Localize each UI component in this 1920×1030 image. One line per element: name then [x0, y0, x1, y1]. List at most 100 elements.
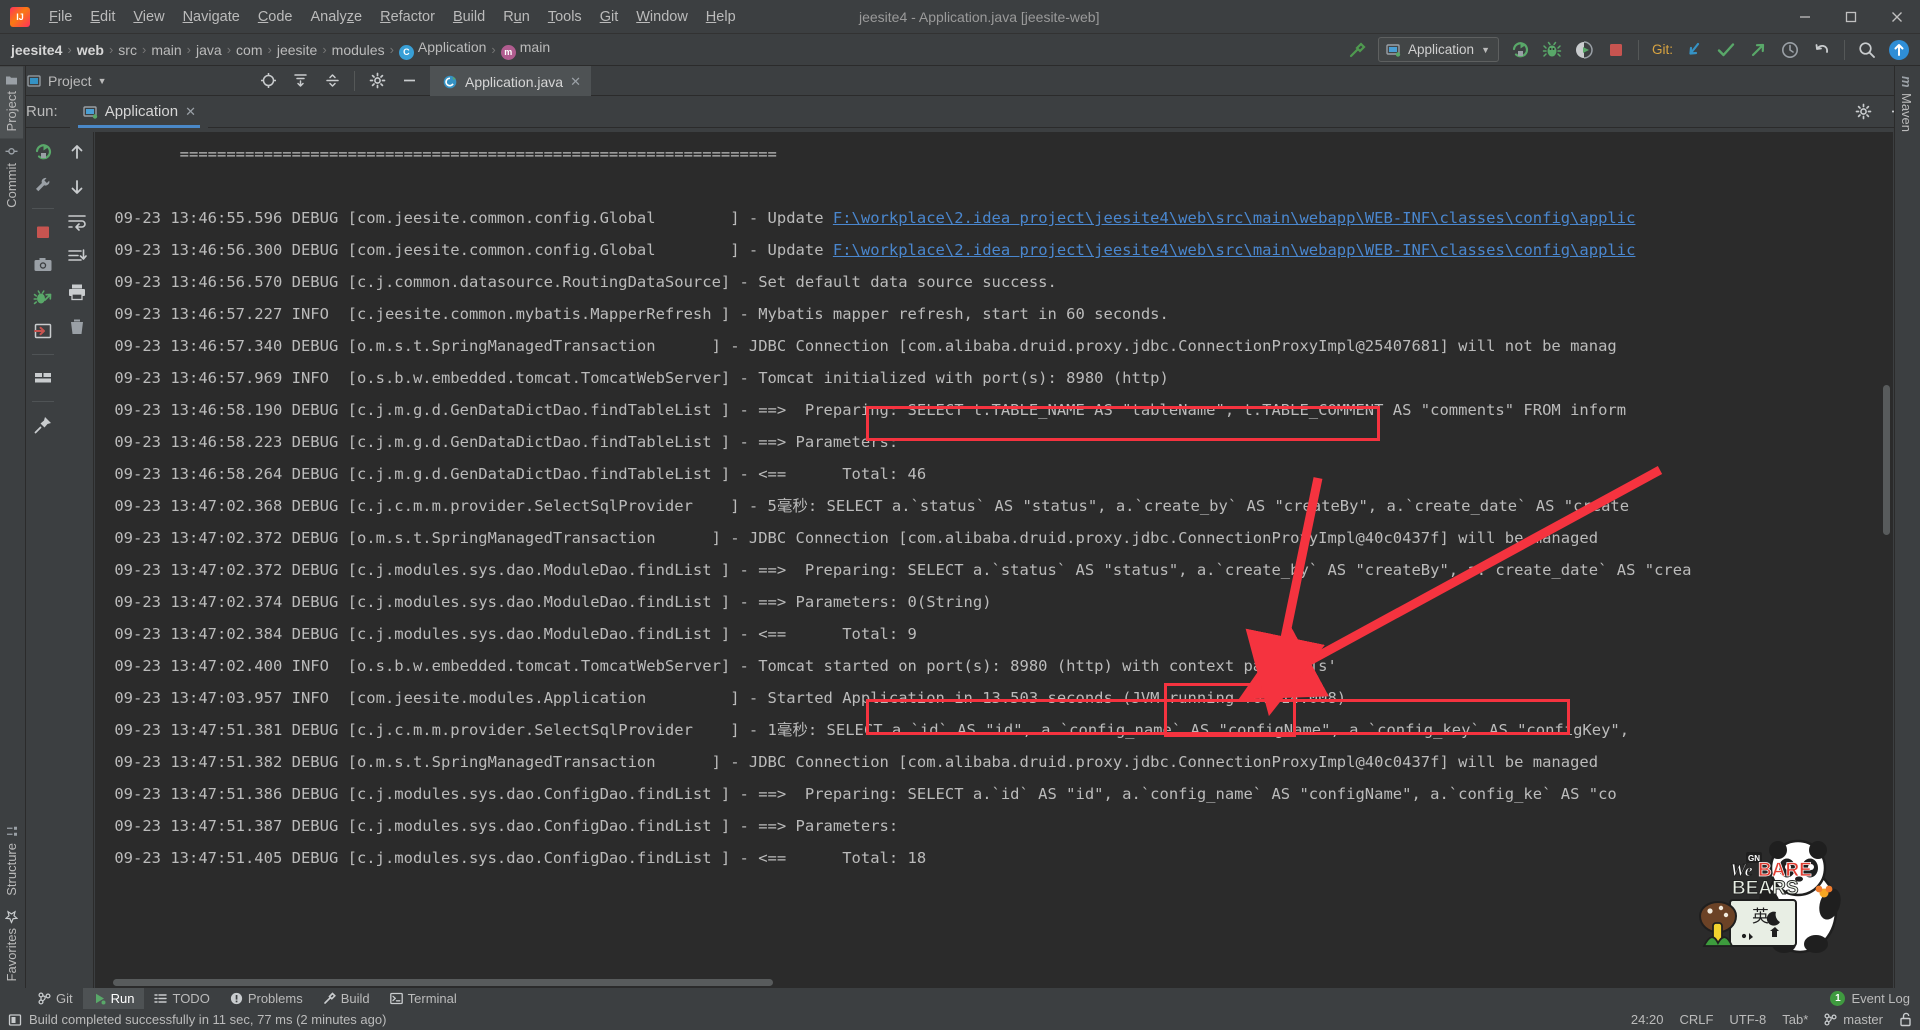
console-horizontal-scrollbar[interactable]	[95, 976, 1893, 988]
chevron-down-icon[interactable]: ▼	[98, 76, 107, 86]
scrollbar-thumb[interactable]	[1883, 385, 1890, 536]
breadcrumb-main[interactable]: main	[148, 42, 184, 58]
menu-item-refactor[interactable]: Refactor	[371, 6, 444, 28]
minimize-button[interactable]	[1782, 0, 1828, 34]
breadcrumb-src[interactable]: src	[115, 42, 140, 58]
rerun-icon[interactable]	[31, 140, 55, 164]
hide-panel-icon[interactable]	[394, 68, 424, 94]
expand-all-icon[interactable]	[285, 68, 315, 94]
indent-setting[interactable]: Tab*	[1782, 1012, 1808, 1027]
menu-item-help[interactable]: Help	[697, 6, 745, 28]
breadcrumb-web[interactable]: web	[74, 42, 107, 58]
bottom-tab-todo[interactable]: TODO	[144, 988, 219, 1009]
screenshot-camera-icon[interactable]	[31, 253, 55, 277]
layout-icon[interactable]	[31, 366, 55, 390]
close-button[interactable]	[1874, 0, 1920, 34]
line-separator[interactable]: CRLF	[1679, 1012, 1713, 1027]
git-branch-widget[interactable]: master	[1824, 1012, 1883, 1027]
scroll-down-icon[interactable]	[65, 175, 89, 199]
sidebar-item-maven[interactable]: m Maven	[1895, 66, 1918, 139]
console-log-line: 09-23 13:46:58.264 DEBUG [c.j.m.g.d.GenD…	[105, 465, 927, 483]
log-file-link[interactable]: F:\workplace\2.idea project\jeesite4\web…	[833, 209, 1636, 227]
sidebar-item-commit[interactable]: Commit	[0, 138, 23, 215]
bottom-tab-git[interactable]: Git	[28, 988, 83, 1009]
breadcrumb-main-method[interactable]: m main	[498, 39, 553, 60]
scroll-to-end-icon[interactable]	[65, 245, 89, 269]
console-log-line	[95, 170, 1893, 202]
breadcrumb-application[interactable]: C Application	[396, 39, 490, 60]
menu-item-build[interactable]: Build	[444, 6, 494, 28]
breadcrumb-modules[interactable]: modules	[329, 42, 388, 58]
menu-item-navigate[interactable]: Navigate	[174, 6, 249, 28]
console-log-line: 09-23 13:46:57.227 INFO [c.jeesite.commo…	[105, 305, 1169, 323]
log-file-link[interactable]: F:\workplace\2.idea project\jeesite4\web…	[833, 241, 1636, 259]
rollback-icon[interactable]	[1807, 37, 1837, 63]
pin-icon[interactable]	[31, 413, 55, 437]
caret-position[interactable]: 24:20	[1631, 1012, 1664, 1027]
console-log-line: 09-23 13:47:02.374 DEBUG [c.j.modules.sy…	[105, 593, 992, 611]
run-console-output[interactable]: ========================================…	[95, 132, 1893, 988]
menu-item-file[interactable]: File	[40, 6, 81, 28]
run-with-coverage-icon[interactable]	[1569, 37, 1599, 63]
gear-icon[interactable]	[1848, 99, 1878, 125]
toolbar-divider	[32, 354, 54, 355]
update-project-icon[interactable]	[1679, 37, 1709, 63]
bottom-tab-problems-label: Problems	[247, 991, 303, 1006]
menu-item-analyze[interactable]: Analyze	[302, 6, 372, 28]
settings-wrench-icon[interactable]	[31, 173, 55, 197]
method-icon: m	[500, 45, 516, 60]
breadcrumb-separator: ›	[141, 42, 147, 57]
import-icon[interactable]	[31, 319, 55, 343]
stop-icon[interactable]	[31, 220, 55, 244]
editor-tab-application-java[interactable]: Application.java ✕	[430, 65, 591, 96]
bottom-tab-problems[interactable]: Problems	[220, 988, 313, 1009]
breadcrumb-jeesite[interactable]: jeesite	[274, 42, 320, 58]
run-tab-application[interactable]: Application ✕	[69, 95, 208, 128]
breadcrumb-jeesite4[interactable]: jeesite4	[8, 42, 65, 58]
unlocked-icon[interactable]	[1899, 1012, 1912, 1027]
run-configuration-selector[interactable]: Application ▼	[1378, 37, 1499, 62]
sidebar-item-favorites[interactable]: Favorites	[0, 903, 23, 988]
menu-item-tools[interactable]: Tools	[539, 6, 591, 28]
event-log-button[interactable]: 1 Event Log	[1830, 991, 1910, 1006]
clear-all-trash-icon[interactable]	[65, 315, 89, 339]
menu-item-code[interactable]: Code	[249, 6, 302, 28]
scrollbar-thumb[interactable]	[113, 979, 773, 986]
file-encoding[interactable]: UTF-8	[1729, 1012, 1766, 1027]
menu-item-git[interactable]: Git	[591, 6, 628, 28]
commit-icon[interactable]	[1711, 37, 1741, 63]
menu-item-edit[interactable]: Edit	[81, 6, 124, 28]
gear-icon[interactable]	[362, 68, 392, 94]
stop-icon[interactable]	[1601, 37, 1631, 63]
sidebar-item-structure[interactable]: Structure	[0, 818, 23, 903]
export-thread-dump-icon[interactable]	[31, 286, 55, 310]
print-icon[interactable]	[65, 280, 89, 304]
scroll-up-icon[interactable]	[65, 140, 89, 164]
close-icon[interactable]: ✕	[185, 104, 196, 120]
menu-item-view[interactable]: View	[124, 6, 173, 28]
menu-item-window[interactable]: Window	[627, 6, 697, 28]
bottom-tab-terminal[interactable]: Terminal	[380, 988, 467, 1009]
soft-wrap-icon[interactable]	[65, 210, 89, 234]
menu-item-run[interactable]: Run	[494, 6, 539, 28]
console-vertical-scrollbar[interactable]	[1881, 132, 1893, 976]
history-icon[interactable]	[1775, 37, 1805, 63]
locate-icon[interactable]	[253, 68, 283, 94]
bottom-tab-build[interactable]: Build	[313, 988, 380, 1009]
maximize-button[interactable]	[1828, 0, 1874, 34]
search-icon[interactable]	[1852, 37, 1882, 63]
breadcrumb-com[interactable]: com	[233, 42, 265, 58]
run-console-toolbar-primary	[27, 132, 59, 988]
log-text: 09-23 13:46:56.300 DEBUG [com.jeesite.co…	[105, 241, 833, 259]
close-icon[interactable]: ✕	[570, 74, 581, 90]
updates-available-icon[interactable]	[1884, 37, 1914, 63]
bottom-tab-run[interactable]: Run	[82, 988, 145, 1009]
push-icon[interactable]	[1743, 37, 1773, 63]
breadcrumb-java[interactable]: java	[193, 42, 225, 58]
collapse-all-icon[interactable]	[317, 68, 347, 94]
hammer-icon[interactable]	[1342, 37, 1372, 63]
breadcrumb-main-method-label: main	[519, 39, 551, 55]
debug-icon[interactable]	[1537, 37, 1567, 63]
run-icon[interactable]	[1505, 37, 1535, 63]
sidebar-item-project[interactable]: Project	[0, 66, 23, 139]
